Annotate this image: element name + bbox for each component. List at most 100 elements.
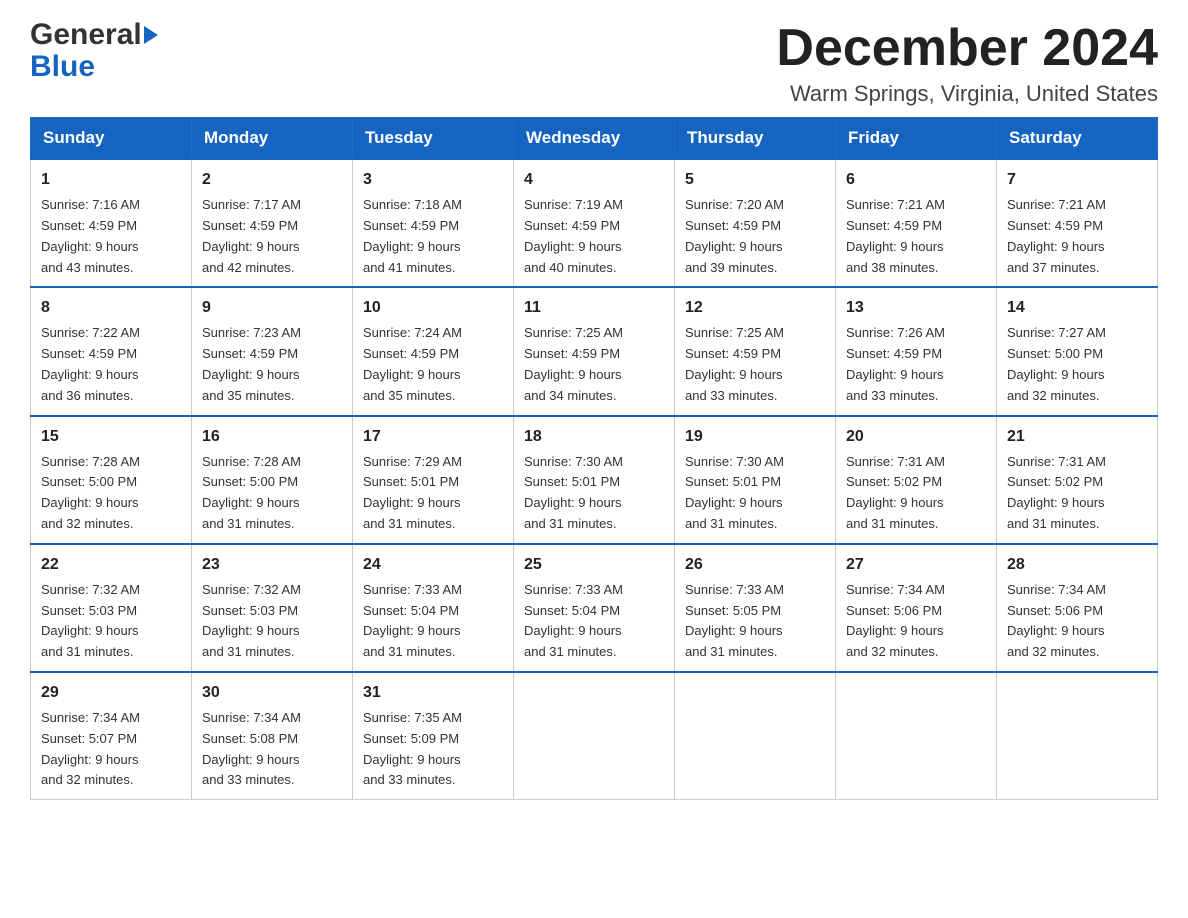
calendar-header-row: SundayMondayTuesdayWednesdayThursdayFrid…: [31, 118, 1158, 160]
day-number: 12: [685, 296, 825, 320]
day-info: Sunrise: 7:31 AMSunset: 5:02 PMDaylight:…: [1007, 454, 1106, 531]
col-header-friday: Friday: [836, 118, 997, 160]
day-info: Sunrise: 7:22 AMSunset: 4:59 PMDaylight:…: [41, 325, 140, 402]
day-number: 30: [202, 681, 342, 705]
day-number: 11: [524, 296, 664, 320]
calendar-cell: [514, 672, 675, 800]
col-header-wednesday: Wednesday: [514, 118, 675, 160]
calendar-week-2: 8 Sunrise: 7:22 AMSunset: 4:59 PMDayligh…: [31, 287, 1158, 415]
calendar-cell: 10 Sunrise: 7:24 AMSunset: 4:59 PMDaylig…: [353, 287, 514, 415]
calendar-week-1: 1 Sunrise: 7:16 AMSunset: 4:59 PMDayligh…: [31, 159, 1158, 287]
day-number: 27: [846, 553, 986, 577]
col-header-thursday: Thursday: [675, 118, 836, 160]
calendar-cell: 17 Sunrise: 7:29 AMSunset: 5:01 PMDaylig…: [353, 416, 514, 544]
calendar-cell: 11 Sunrise: 7:25 AMSunset: 4:59 PMDaylig…: [514, 287, 675, 415]
calendar-cell: 14 Sunrise: 7:27 AMSunset: 5:00 PMDaylig…: [997, 287, 1158, 415]
day-number: 28: [1007, 553, 1147, 577]
day-number: 8: [41, 296, 181, 320]
day-number: 16: [202, 425, 342, 449]
calendar-cell: 28 Sunrise: 7:34 AMSunset: 5:06 PMDaylig…: [997, 544, 1158, 672]
day-info: Sunrise: 7:25 AMSunset: 4:59 PMDaylight:…: [685, 325, 784, 402]
calendar-cell: 19 Sunrise: 7:30 AMSunset: 5:01 PMDaylig…: [675, 416, 836, 544]
day-number: 23: [202, 553, 342, 577]
col-header-monday: Monday: [192, 118, 353, 160]
day-info: Sunrise: 7:19 AMSunset: 4:59 PMDaylight:…: [524, 197, 623, 274]
day-info: Sunrise: 7:28 AMSunset: 5:00 PMDaylight:…: [202, 454, 301, 531]
day-info: Sunrise: 7:29 AMSunset: 5:01 PMDaylight:…: [363, 454, 462, 531]
day-number: 26: [685, 553, 825, 577]
day-info: Sunrise: 7:34 AMSunset: 5:06 PMDaylight:…: [1007, 582, 1106, 659]
calendar-cell: 9 Sunrise: 7:23 AMSunset: 4:59 PMDayligh…: [192, 287, 353, 415]
day-number: 24: [363, 553, 503, 577]
day-number: 18: [524, 425, 664, 449]
title-section: December 2024 Warm Springs, Virginia, Un…: [776, 20, 1158, 107]
calendar-cell: [836, 672, 997, 800]
col-header-saturday: Saturday: [997, 118, 1158, 160]
day-info: Sunrise: 7:26 AMSunset: 4:59 PMDaylight:…: [846, 325, 945, 402]
day-info: Sunrise: 7:20 AMSunset: 4:59 PMDaylight:…: [685, 197, 784, 274]
day-number: 13: [846, 296, 986, 320]
calendar-cell: 22 Sunrise: 7:32 AMSunset: 5:03 PMDaylig…: [31, 544, 192, 672]
page-header: General Blue December 2024 Warm Springs,…: [30, 20, 1158, 107]
day-info: Sunrise: 7:24 AMSunset: 4:59 PMDaylight:…: [363, 325, 462, 402]
calendar-cell: 12 Sunrise: 7:25 AMSunset: 4:59 PMDaylig…: [675, 287, 836, 415]
day-info: Sunrise: 7:21 AMSunset: 4:59 PMDaylight:…: [846, 197, 945, 274]
day-info: Sunrise: 7:32 AMSunset: 5:03 PMDaylight:…: [41, 582, 140, 659]
day-number: 20: [846, 425, 986, 449]
day-number: 25: [524, 553, 664, 577]
day-info: Sunrise: 7:31 AMSunset: 5:02 PMDaylight:…: [846, 454, 945, 531]
calendar-cell: 31 Sunrise: 7:35 AMSunset: 5:09 PMDaylig…: [353, 672, 514, 800]
day-number: 3: [363, 168, 503, 192]
day-number: 7: [1007, 168, 1147, 192]
day-info: Sunrise: 7:21 AMSunset: 4:59 PMDaylight:…: [1007, 197, 1106, 274]
day-info: Sunrise: 7:27 AMSunset: 5:00 PMDaylight:…: [1007, 325, 1106, 402]
calendar-cell: 8 Sunrise: 7:22 AMSunset: 4:59 PMDayligh…: [31, 287, 192, 415]
calendar-cell: 6 Sunrise: 7:21 AMSunset: 4:59 PMDayligh…: [836, 159, 997, 287]
day-info: Sunrise: 7:25 AMSunset: 4:59 PMDaylight:…: [524, 325, 623, 402]
calendar-cell: 2 Sunrise: 7:17 AMSunset: 4:59 PMDayligh…: [192, 159, 353, 287]
day-number: 29: [41, 681, 181, 705]
day-number: 4: [524, 168, 664, 192]
col-header-tuesday: Tuesday: [353, 118, 514, 160]
calendar-cell: 7 Sunrise: 7:21 AMSunset: 4:59 PMDayligh…: [997, 159, 1158, 287]
day-number: 22: [41, 553, 181, 577]
calendar-cell: 21 Sunrise: 7:31 AMSunset: 5:02 PMDaylig…: [997, 416, 1158, 544]
day-number: 9: [202, 296, 342, 320]
calendar-cell: [675, 672, 836, 800]
day-info: Sunrise: 7:28 AMSunset: 5:00 PMDaylight:…: [41, 454, 140, 531]
calendar-cell: 13 Sunrise: 7:26 AMSunset: 4:59 PMDaylig…: [836, 287, 997, 415]
day-number: 21: [1007, 425, 1147, 449]
col-header-sunday: Sunday: [31, 118, 192, 160]
calendar-cell: 25 Sunrise: 7:33 AMSunset: 5:04 PMDaylig…: [514, 544, 675, 672]
logo-general-word: General: [30, 20, 142, 50]
calendar-cell: 3 Sunrise: 7:18 AMSunset: 4:59 PMDayligh…: [353, 159, 514, 287]
calendar-week-3: 15 Sunrise: 7:28 AMSunset: 5:00 PMDaylig…: [31, 416, 1158, 544]
month-title: December 2024: [776, 20, 1158, 77]
day-info: Sunrise: 7:30 AMSunset: 5:01 PMDaylight:…: [685, 454, 784, 531]
calendar-cell: 24 Sunrise: 7:33 AMSunset: 5:04 PMDaylig…: [353, 544, 514, 672]
calendar-cell: 15 Sunrise: 7:28 AMSunset: 5:00 PMDaylig…: [31, 416, 192, 544]
day-number: 15: [41, 425, 181, 449]
calendar-cell: 29 Sunrise: 7:34 AMSunset: 5:07 PMDaylig…: [31, 672, 192, 800]
day-number: 6: [846, 168, 986, 192]
logo: General Blue: [30, 20, 158, 84]
day-number: 31: [363, 681, 503, 705]
calendar-cell: 26 Sunrise: 7:33 AMSunset: 5:05 PMDaylig…: [675, 544, 836, 672]
calendar-cell: 4 Sunrise: 7:19 AMSunset: 4:59 PMDayligh…: [514, 159, 675, 287]
day-info: Sunrise: 7:18 AMSunset: 4:59 PMDaylight:…: [363, 197, 462, 274]
calendar-cell: 20 Sunrise: 7:31 AMSunset: 5:02 PMDaylig…: [836, 416, 997, 544]
calendar-cell: 23 Sunrise: 7:32 AMSunset: 5:03 PMDaylig…: [192, 544, 353, 672]
day-info: Sunrise: 7:33 AMSunset: 5:04 PMDaylight:…: [363, 582, 462, 659]
day-number: 2: [202, 168, 342, 192]
day-info: Sunrise: 7:17 AMSunset: 4:59 PMDaylight:…: [202, 197, 301, 274]
logo-blue-word: Blue: [30, 50, 158, 84]
day-number: 1: [41, 168, 181, 192]
calendar-cell: 1 Sunrise: 7:16 AMSunset: 4:59 PMDayligh…: [31, 159, 192, 287]
day-info: Sunrise: 7:16 AMSunset: 4:59 PMDaylight:…: [41, 197, 140, 274]
calendar-week-4: 22 Sunrise: 7:32 AMSunset: 5:03 PMDaylig…: [31, 544, 1158, 672]
day-info: Sunrise: 7:35 AMSunset: 5:09 PMDaylight:…: [363, 710, 462, 787]
day-info: Sunrise: 7:34 AMSunset: 5:08 PMDaylight:…: [202, 710, 301, 787]
day-info: Sunrise: 7:33 AMSunset: 5:04 PMDaylight:…: [524, 582, 623, 659]
day-info: Sunrise: 7:34 AMSunset: 5:06 PMDaylight:…: [846, 582, 945, 659]
logo-general-text: General: [30, 20, 158, 50]
